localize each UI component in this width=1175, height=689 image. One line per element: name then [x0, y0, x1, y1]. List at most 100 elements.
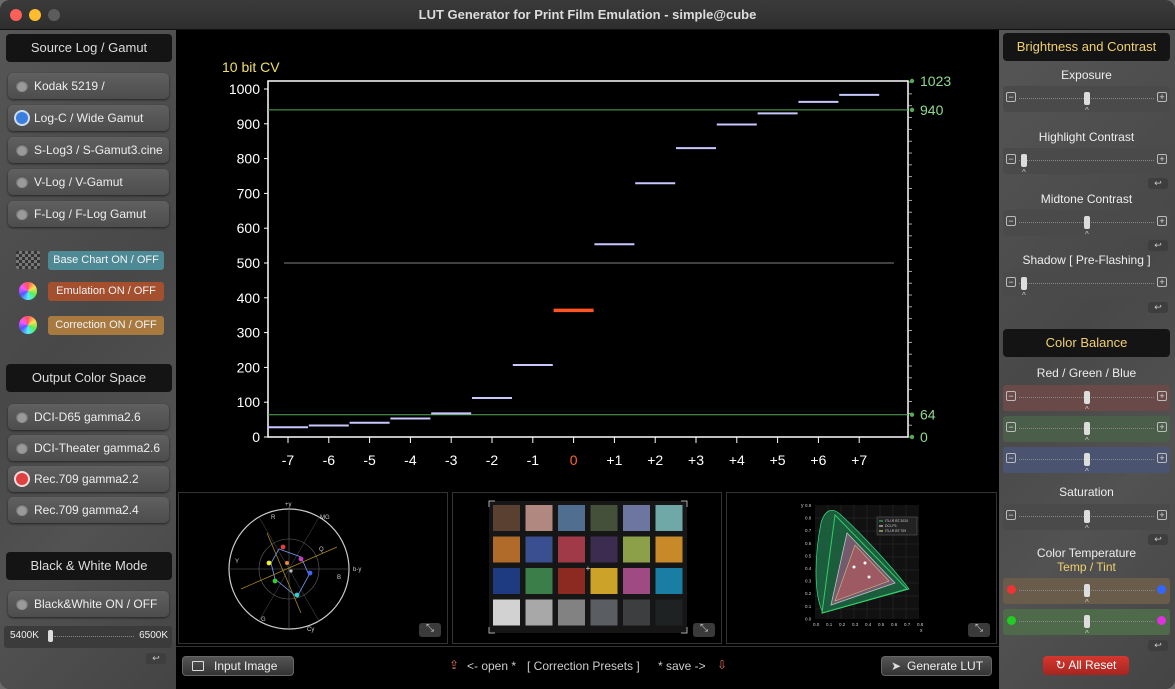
ref-label: 64 — [920, 407, 936, 423]
x-tick-label: -2 — [486, 452, 499, 468]
close-button[interactable] — [10, 9, 22, 21]
y-tick-label: 700 — [237, 185, 261, 201]
emulation-toggle[interactable]: Emulation ON / OFF — [48, 282, 164, 301]
blue-dot-icon — [1157, 585, 1166, 594]
return-icon[interactable]: ↩ — [1148, 302, 1168, 313]
gamut-x-tick: 0.3 — [852, 622, 859, 627]
source-item-slog3[interactable]: S-Log3 / S-Gamut3.cine — [8, 137, 169, 163]
expand-icon[interactable]: ⤡ — [419, 623, 441, 637]
exposure-slider[interactable]: − ^ + — [1003, 86, 1170, 115]
plus-icon: + — [1157, 154, 1167, 164]
gamut-y-tick: 0.8 — [805, 516, 812, 521]
source-item-flog[interactable]: F-Log / F-Log Gamut — [8, 201, 169, 227]
return-icon[interactable]: ↩ — [146, 653, 166, 664]
radio-selected-icon — [16, 473, 28, 485]
midtone-contrast-slider[interactable]: − ^ + — [1003, 210, 1170, 239]
saturation-slider[interactable]: − ^ + — [1003, 504, 1170, 533]
slider-knob — [1021, 154, 1027, 167]
y-axis-title: 10 bit CV — [222, 59, 280, 75]
return-icon[interactable]: ↩ — [1148, 178, 1168, 189]
color-patch — [655, 505, 683, 531]
app-window: LUT Generator for Print Film Emulation -… — [0, 0, 1175, 689]
color-patch — [493, 599, 520, 626]
radio-icon — [16, 411, 28, 423]
source-item-logc[interactable]: Log-C / Wide Gamut — [8, 105, 169, 131]
minus-icon: − — [1006, 391, 1016, 401]
source-item-kodak[interactable]: Kodak 5219 / ARRISCAN — [8, 73, 169, 119]
y-tick-label: 300 — [237, 325, 261, 341]
gamut-y-axis-label: y — [801, 503, 804, 509]
radio-selected-icon — [16, 112, 28, 124]
vectorscope-label: Q — [319, 547, 324, 553]
gamut-x-tick: 0.0 — [813, 622, 820, 627]
share-icon[interactable]: ⇪ — [449, 658, 459, 672]
expand-icon[interactable]: ⤡ — [968, 623, 990, 637]
slider-knob[interactable] — [48, 630, 53, 642]
output-item-rec709-22[interactable]: Rec.709 gamma2.2 — [8, 466, 169, 492]
minus-icon: − — [1006, 422, 1016, 432]
send-icon: ➤ — [891, 659, 902, 673]
green-slider[interactable]: − ^ + — [1003, 416, 1170, 445]
output-item-dci-theater[interactable]: DCI-Theater gamma2.6 — [8, 435, 169, 461]
highlight-contrast-slider[interactable]: − ^ + — [1003, 148, 1170, 177]
green-dot-icon — [1007, 616, 1016, 625]
radio-icon — [16, 176, 28, 188]
correction-toggle[interactable]: Correction ON / OFF — [48, 316, 164, 335]
blue-slider[interactable]: − ^ + — [1003, 447, 1170, 476]
color-patch — [623, 599, 650, 626]
color-patch — [493, 536, 520, 563]
temp-slider[interactable]: ^ — [1003, 578, 1170, 607]
vectorscope-label: b-y — [353, 567, 361, 573]
gamut-svg: ITU-R BT.2020 DCI-P3 ITU-R BT.709 0.0 0.1… — [801, 503, 924, 634]
slider-knob — [1084, 453, 1090, 466]
ref-marker — [909, 434, 915, 440]
bw-temp-slider[interactable]: 5400K 6500K — [4, 626, 172, 648]
shadow-slider[interactable]: − ^ + — [1003, 271, 1170, 300]
slider-knob — [1084, 510, 1090, 523]
vectorscope-label: B — [337, 575, 341, 581]
gamut-y-tick: 0.3 — [805, 579, 812, 584]
ref-label: 0 — [920, 429, 928, 445]
x-tick-label: -5 — [363, 452, 376, 468]
base-chart-toggle[interactable]: Base Chart ON / OFF — [48, 251, 164, 270]
return-icon[interactable]: ↩ — [1148, 640, 1168, 651]
cv-chart: 1000 900 800 700 600 500 400 300 200 100 0 1023 940 6… — [176, 30, 999, 490]
gamut-x-tick: 0.5 — [878, 622, 885, 627]
bottom-views: +y R MG b-y B Cy G Y Q ⤡ + ⤡ ITU-R BT.20… — [176, 490, 999, 646]
x-tick-label: -3 — [445, 452, 458, 468]
zoom-button[interactable] — [48, 9, 60, 21]
source-item-vlog[interactable]: V-Log / V-Gamut — [8, 169, 169, 195]
chart-grid-icon — [16, 251, 40, 269]
return-icon[interactable]: ↩ — [1148, 240, 1168, 251]
shadow-label: Shadow [ Pre-Flashing ] — [1022, 253, 1151, 267]
output-item-rec709-24[interactable]: Rec.709 gamma2.4 — [8, 497, 169, 523]
image-icon — [192, 661, 204, 671]
input-image-button[interactable]: Input Image — [182, 656, 294, 676]
bw-toggle[interactable]: Black&White ON / OFF — [8, 591, 169, 617]
all-reset-button[interactable]: ↻ All Reset — [1043, 656, 1129, 675]
gamut-x-tick: 0.2 — [839, 622, 846, 627]
tint-slider[interactable]: ^ — [1003, 609, 1170, 638]
gamut-y-tick: 0.9 — [805, 503, 812, 508]
rgb-label: Red / Green / Blue — [1036, 366, 1137, 380]
color-patch — [590, 536, 618, 563]
generate-lut-button[interactable]: ➤ Generate LUT — [881, 656, 992, 676]
return-icon[interactable]: ↩ — [1148, 534, 1168, 545]
expand-icon[interactable]: ⤡ — [693, 623, 715, 637]
open-link[interactable]: <- open * — [467, 659, 516, 673]
minus-icon: − — [1006, 92, 1016, 102]
save-icon[interactable]: ⇩ — [717, 658, 727, 672]
minimize-button[interactable] — [29, 9, 41, 21]
color-patch — [558, 568, 585, 594]
magenta-dot-icon — [1157, 616, 1166, 625]
output-item-dci-d65[interactable]: DCI-D65 gamma2.6 — [8, 404, 169, 430]
x-tick-label: +7 — [851, 452, 867, 468]
gamut-x-tick: 0.1 — [826, 622, 833, 627]
save-link[interactable]: * save -> — [658, 659, 706, 673]
output-color-space-header: Output Color Space — [6, 364, 172, 392]
y-tick-label: 100 — [237, 394, 261, 410]
minus-icon: − — [1006, 510, 1016, 520]
plus-icon: + — [1157, 391, 1167, 401]
color-patch — [525, 505, 553, 531]
red-slider[interactable]: − ^ + — [1003, 385, 1170, 414]
